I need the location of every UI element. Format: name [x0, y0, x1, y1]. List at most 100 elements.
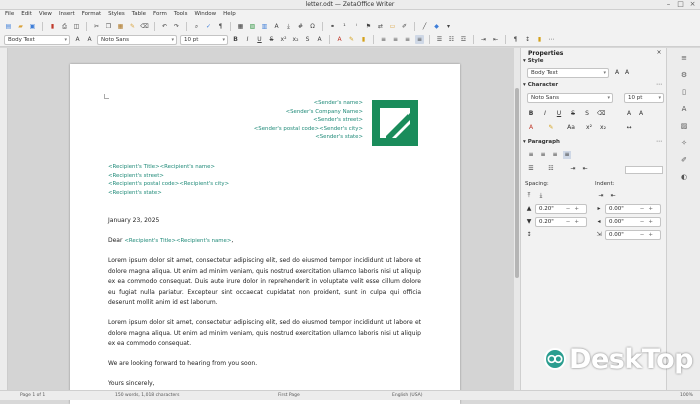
- menu-window[interactable]: Window: [194, 10, 216, 19]
- sender-company-field[interactable]: <Sender's Company Name>: [254, 108, 363, 117]
- insert-image-icon[interactable]: ▨: [248, 22, 257, 31]
- font-size-combo[interactable]: 10 pt: [180, 34, 228, 45]
- sender-name-field[interactable]: <Sender's name>: [254, 99, 363, 108]
- sidebar-align-justify-icon[interactable]: ≡: [563, 151, 571, 159]
- insert-chart-icon[interactable]: ▥: [260, 22, 269, 31]
- export-pdf-icon[interactable]: ▮: [48, 22, 57, 31]
- menu-file[interactable]: File: [5, 10, 14, 19]
- paragraph-style-combo[interactable]: Body Text: [4, 34, 70, 45]
- highlight-color-icon[interactable]: ✎: [347, 35, 356, 44]
- text-language[interactable]: English (USA): [392, 391, 423, 400]
- font-name-combo[interactable]: Noto Sans: [97, 34, 177, 45]
- spacing-above-field[interactable]: 0.20" −+: [535, 204, 587, 214]
- properties-tab-icon[interactable]: ⚙: [679, 70, 689, 80]
- spacing-below-field[interactable]: 0.20" −+: [535, 217, 587, 227]
- outline-icon[interactable]: A: [315, 35, 324, 44]
- underline-icon[interactable]: U: [255, 35, 264, 44]
- insert-field-icon[interactable]: #: [296, 22, 305, 31]
- insert-comment-icon[interactable]: ▭: [388, 22, 397, 31]
- subscript-icon[interactable]: x₂: [291, 35, 300, 44]
- word-count[interactable]: 150 words, 1,018 characters: [115, 391, 180, 400]
- menu-edit[interactable]: Edit: [21, 10, 32, 19]
- menu-form[interactable]: Form: [153, 10, 167, 19]
- close-icon[interactable]: ×: [689, 1, 696, 8]
- company-logo[interactable]: [372, 100, 418, 146]
- find-replace-icon[interactable]: ⌕: [192, 22, 201, 31]
- sidebar-font-color-icon[interactable]: A: [527, 124, 535, 132]
- paragraph-section-header[interactable]: ▾ Paragraph: [523, 139, 560, 145]
- sidebar-menu-icon[interactable]: ≡: [679, 53, 689, 63]
- sidebar-size-combo[interactable]: 10 pt: [624, 93, 664, 103]
- align-right-icon[interactable]: ≡: [403, 35, 412, 44]
- insert-table-icon[interactable]: ▦: [236, 22, 245, 31]
- align-center-icon[interactable]: ≡: [391, 35, 400, 44]
- spelling-icon[interactable]: ✓: [204, 22, 213, 31]
- basic-shapes-icon[interactable]: ◆: [432, 22, 441, 31]
- insert-cross-reference-icon[interactable]: ⇄: [376, 22, 385, 31]
- sidebar-bullets-icon[interactable]: ☰: [527, 165, 535, 173]
- sidebar-bold-icon[interactable]: B: [527, 110, 535, 118]
- cut-icon[interactable]: ✂: [92, 22, 101, 31]
- sidebar-ltr-icon[interactable]: ⇥: [569, 165, 577, 173]
- indent-increase-icon[interactable]: ⇥: [597, 192, 605, 200]
- print-preview-icon[interactable]: ◫: [72, 22, 81, 31]
- superscript-icon[interactable]: x²: [279, 35, 288, 44]
- sidebar-update-style-icon[interactable]: A: [613, 69, 621, 77]
- copy-icon[interactable]: ❐: [104, 22, 113, 31]
- page-tab-icon[interactable]: ▯: [679, 87, 689, 97]
- sidebar-shadow-icon[interactable]: S: [583, 110, 591, 118]
- menu-view[interactable]: View: [39, 10, 52, 19]
- clear-formatting-icon[interactable]: ⌫: [140, 22, 149, 31]
- paragraph-background-icon[interactable]: ▮: [535, 35, 544, 44]
- design-tab-icon[interactable]: ◐: [679, 172, 689, 182]
- sidebar-subscript-icon[interactable]: x₂: [599, 124, 607, 132]
- line-spacing-icon[interactable]: ↕: [525, 231, 533, 239]
- save-icon[interactable]: ▣: [28, 22, 37, 31]
- menu-tools[interactable]: Tools: [174, 10, 188, 19]
- salutation-recipient-field[interactable]: <Recipient's Title><Recipient's name>: [124, 238, 231, 244]
- sidebar-align-left-icon[interactable]: ≡: [527, 151, 535, 159]
- sidebar-numbering-icon[interactable]: ☷: [547, 165, 555, 173]
- sidebar-superscript-icon[interactable]: x²: [585, 124, 593, 132]
- indent-decrease-icon[interactable]: ⇤: [609, 192, 617, 200]
- sidebar-strikethrough-icon[interactable]: S: [569, 110, 577, 118]
- document-page[interactable]: <Sender's name> <Sender's Company Name> …: [70, 64, 460, 404]
- sidebar-highlight-icon[interactable]: ✎: [547, 124, 555, 132]
- sender-street-field[interactable]: <Sender's street>: [254, 116, 363, 125]
- shapes-dropdown-icon[interactable]: ▾: [444, 22, 453, 31]
- undo-icon[interactable]: ↶: [160, 22, 169, 31]
- page-count[interactable]: Page 1 of 1: [20, 391, 45, 400]
- zoom-level[interactable]: 100%: [680, 391, 693, 400]
- minimize-icon[interactable]: –: [665, 1, 672, 8]
- sidebar-paragraph-background[interactable]: [625, 166, 663, 174]
- sidebar-close-icon[interactable]: ×: [655, 49, 663, 57]
- print-icon[interactable]: ⎙: [60, 22, 69, 31]
- sidebar-align-right-icon[interactable]: ≡: [551, 151, 559, 159]
- sidebar-clear-formatting-icon[interactable]: ⌫: [597, 110, 605, 118]
- insert-line-icon[interactable]: ╱: [420, 22, 429, 31]
- styles-tab-icon[interactable]: A: [679, 104, 689, 114]
- manage-changes-tab-icon[interactable]: ✐: [679, 155, 689, 165]
- menu-format[interactable]: Format: [82, 10, 101, 19]
- style-section-header[interactable]: ▾ Style: [523, 58, 543, 64]
- redo-icon[interactable]: ↷: [172, 22, 181, 31]
- sidebar-align-center-icon[interactable]: ≡: [539, 151, 547, 159]
- character-more-options-icon[interactable]: ⋯: [655, 81, 663, 89]
- recipient-city-field[interactable]: <Recipient's postal code><Recipient's ci…: [108, 180, 229, 189]
- numbering-icon[interactable]: ☷: [447, 35, 456, 44]
- gallery-tab-icon[interactable]: ▨: [679, 121, 689, 131]
- sidebar-grow-font-icon[interactable]: A: [625, 110, 633, 118]
- insert-bookmark-icon[interactable]: ⚑: [364, 22, 373, 31]
- menu-styles[interactable]: Styles: [108, 10, 125, 19]
- decrease-indent-icon[interactable]: ⇤: [491, 35, 500, 44]
- sidebar-spacing-icon[interactable]: ↔: [625, 124, 633, 132]
- scrollbar-thumb[interactable]: [515, 88, 519, 278]
- update-style-icon[interactable]: A: [73, 35, 82, 44]
- increase-indent-icon[interactable]: ⇥: [479, 35, 488, 44]
- formatting-marks-icon[interactable]: ¶: [216, 22, 225, 31]
- insert-hyperlink-icon[interactable]: ⚭: [328, 22, 337, 31]
- italic-icon[interactable]: I: [243, 35, 252, 44]
- shadow-icon[interactable]: S: [303, 35, 312, 44]
- character-section-header[interactable]: ▾ Character: [523, 82, 558, 88]
- more-options-icon[interactable]: ⋯: [547, 35, 556, 44]
